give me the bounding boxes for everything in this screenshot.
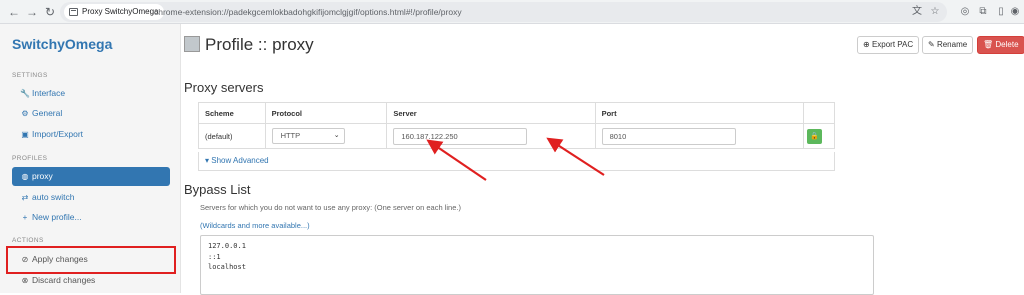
sidebar-item-general[interactable]: ⚙ General: [12, 104, 170, 123]
profile-avatar-icon[interactable]: ◉: [1008, 4, 1022, 20]
main-panel: Profile :: proxy ⊕ Export PAC ✎ Rename 🗑…: [181, 24, 1024, 295]
column-header-port: Port: [594, 102, 804, 124]
floppy-icon: ▣: [21, 130, 29, 139]
browser-toolbar: ← → ↻ Proxy SwitchyOmega chrome-extensio…: [0, 0, 1024, 24]
sidebar-item-new-profile[interactable]: + New profile...: [12, 208, 170, 227]
export-pac-button[interactable]: ⊕ Export PAC: [857, 36, 920, 54]
extension-circle-icon[interactable]: ◎: [958, 4, 972, 20]
sidebar-item-interface[interactable]: 🔧 Interface: [12, 84, 170, 103]
protocol-select[interactable]: HTTP ⌄: [271, 128, 345, 144]
bypass-line: localhost: [208, 263, 246, 271]
proxy-servers-table: Scheme Protocol Server Port (default) HT…: [198, 102, 836, 149]
table-row: (default) HTTP ⌄ 160.187.122.250 8010 🔒: [198, 123, 836, 149]
rename-button[interactable]: ✎ Rename: [922, 36, 974, 54]
bypass-list-heading: Bypass List: [184, 182, 251, 197]
sidebar-item-auto-switch[interactable]: ⇄ auto switch: [12, 188, 170, 207]
annotation-highlight-box: [6, 246, 176, 274]
sidebar-item-proxy[interactable]: ◍ proxy: [12, 167, 170, 186]
scheme-cell: (default): [198, 123, 266, 149]
page-title: Profile :: proxy: [205, 35, 314, 54]
translate-icon[interactable]: 文: [910, 4, 924, 20]
port-cell: 8010: [594, 123, 804, 149]
globe-icon: ◍: [21, 172, 29, 181]
wildcards-link[interactable]: (Wildcards and more available...): [200, 221, 310, 230]
address-bar[interactable]: Proxy SwitchyOmega chrome-extension://pa…: [60, 2, 947, 22]
proxy-servers-heading: Proxy servers: [184, 80, 264, 95]
actions-header: ACTIONS: [12, 237, 44, 244]
profile-color-swatch[interactable]: [184, 36, 200, 52]
bypass-line: ::1: [208, 252, 221, 261]
sidebar-item-import-export[interactable]: ▣ Import/Export: [12, 125, 170, 144]
show-advanced-link[interactable]: ▾ Show Advanced: [198, 152, 835, 171]
settings-header: SETTINGS: [12, 72, 48, 79]
column-header-protocol: Protocol: [264, 102, 388, 124]
sidebar-panel-icon[interactable]: ▯: [994, 4, 1008, 20]
column-header-actions: [802, 102, 836, 124]
lock-icon[interactable]: 🔒: [806, 128, 822, 144]
gear-icon: ⚙: [21, 109, 29, 118]
protocol-cell: HTTP ⌄: [264, 123, 388, 149]
site-chip[interactable]: Proxy SwitchyOmega: [64, 4, 165, 20]
url-text[interactable]: chrome-extension://padekgcemlokbadohgkif…: [154, 2, 462, 22]
app-brand: SwitchyOmega: [12, 36, 113, 52]
extension-page-icon: [69, 8, 78, 16]
bookmark-star-icon[interactable]: ☆: [928, 4, 942, 20]
back-icon[interactable]: ←: [6, 4, 22, 20]
reload-icon[interactable]: ↻: [42, 4, 58, 20]
column-header-scheme: Scheme: [198, 102, 266, 124]
port-input[interactable]: 8010: [601, 127, 736, 145]
server-input[interactable]: 160.187.122.250: [393, 127, 528, 145]
bypass-line: 127.0.0.1: [208, 242, 246, 250]
wrench-icon: 🔧: [20, 89, 30, 98]
column-header-server: Server: [386, 102, 596, 124]
delete-button[interactable]: 🗑 Delete: [977, 36, 1024, 54]
extensions-puzzle-icon[interactable]: ⧉: [976, 4, 990, 20]
profiles-header: PROFILES: [12, 155, 48, 162]
chevron-down-icon: ⌄: [333, 132, 340, 139]
forward-icon[interactable]: →: [24, 4, 40, 20]
auth-cell: 🔒: [802, 123, 836, 149]
plus-icon: +: [22, 213, 28, 222]
shuffle-icon: ⇄: [21, 193, 29, 202]
bypass-list-textarea[interactable]: 127.0.0.1 ::1 localhost: [200, 235, 874, 295]
server-cell: 160.187.122.250: [386, 123, 596, 149]
bypass-description: Servers for which you do not want to use…: [200, 203, 461, 212]
